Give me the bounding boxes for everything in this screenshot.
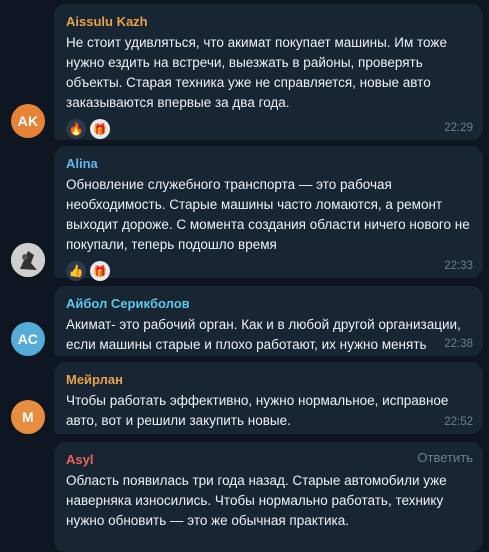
reactions: 🔥 🎁 [66,119,471,139]
message-time: 22:52 [444,416,473,428]
message-text: Обновление служебного транспорта — это р… [66,177,470,252]
message-time: 22:29 [444,122,473,134]
message-time: 22:33 [444,260,473,272]
sender-name[interactable]: Asyl [66,451,471,469]
avatar[interactable]: AK [11,104,45,138]
message-text: Не стоит удивляться, что акимат покупает… [66,35,447,110]
message-bubble[interactable]: Alina Обновление служебного транспорта —… [54,146,483,281]
reaction-fire[interactable]: 🔥 [66,119,86,139]
reply-button[interactable]: Ответить [417,450,473,465]
reactions: 👍 🎁 [66,261,471,281]
message-time: 22:38 [444,338,473,350]
sender-name[interactable]: Alina [66,155,471,173]
avatar[interactable]: М [11,400,45,434]
message-bubble[interactable]: Айбол Серикболов Акимат- это рабочий орг… [54,286,483,356]
message-text: Область появилась три года назад. Старые… [66,473,447,528]
sender-name[interactable]: Aissulu Kazh [66,13,471,31]
chat-history: Aissulu Kazh Не стоит удивляться, что ак… [0,0,489,552]
user-photo-icon [11,243,45,277]
message-bubble[interactable]: Aissulu Kazh Не стоит удивляться, что ак… [54,4,483,140]
avatar[interactable] [11,243,45,277]
sender-name[interactable]: Мейрлан [66,371,471,389]
message-bubble[interactable]: Мейрлан Чтобы работать эффективно, нужно… [54,362,483,434]
message-text: Чтобы работать эффективно, нужно нормаль… [66,393,449,428]
avatar[interactable]: АС [11,322,45,356]
reaction-thumbs-up[interactable]: 👍 [66,261,86,281]
sender-name[interactable]: Айбол Серикболов [66,295,471,313]
message-text: Акимат- это рабочий орган. Как и в любой… [66,317,461,352]
reaction-gift[interactable]: 🎁 [90,119,110,139]
reaction-gift[interactable]: 🎁 [90,261,110,281]
